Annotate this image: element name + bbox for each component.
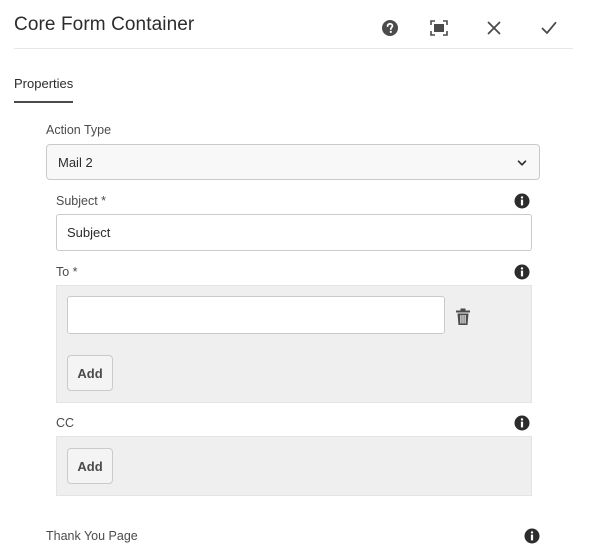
cc-add-button[interactable]: Add <box>67 448 113 484</box>
action-type-select[interactable]: Mail 2 <box>46 144 540 180</box>
tab-properties[interactable]: Properties <box>14 76 74 103</box>
subject-field[interactable] <box>56 214 532 251</box>
to-email-field[interactable] <box>67 296 445 334</box>
chevron-down-icon <box>517 160 527 166</box>
close-icon <box>487 21 501 35</box>
to-label: To * <box>56 265 78 279</box>
action-type-label: Action Type <box>46 123 112 137</box>
close-button[interactable] <box>479 13 509 43</box>
help-button[interactable] <box>375 13 405 43</box>
header-divider <box>14 48 573 49</box>
help-icon <box>382 20 398 36</box>
action-type-value: Mail 2 <box>58 155 93 170</box>
info-icon[interactable] <box>514 415 530 431</box>
subject-label: Subject * <box>56 194 107 208</box>
info-icon[interactable] <box>514 193 530 209</box>
thank-you-page-label: Thank You Page <box>46 529 138 543</box>
info-icon[interactable] <box>524 528 540 544</box>
to-add-button[interactable]: Add <box>67 355 113 391</box>
cc-multifield: Add <box>56 436 532 496</box>
dialog-header: Core Form Container <box>0 0 589 52</box>
trash-icon[interactable] <box>455 308 471 326</box>
to-multifield: Add <box>56 285 532 403</box>
dialog-title: Core Form Container <box>14 14 195 35</box>
info-icon[interactable] <box>514 264 530 280</box>
fullscreen-icon <box>430 20 448 36</box>
cc-label: CC <box>56 416 75 430</box>
done-button[interactable] <box>534 13 564 43</box>
fullscreen-button[interactable] <box>424 13 454 43</box>
checkmark-icon <box>541 21 557 34</box>
